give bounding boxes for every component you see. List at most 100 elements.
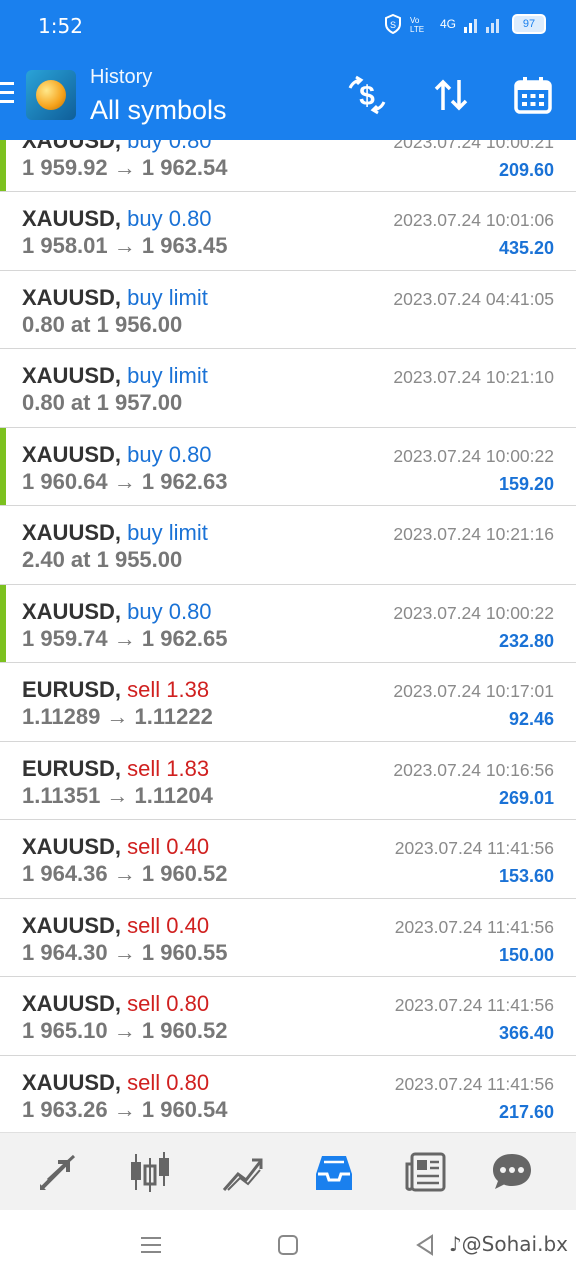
chart-candles-icon[interactable] <box>128 1150 172 1194</box>
deal-symbol: XAUUSD, <box>22 834 122 859</box>
deal-side: sell 0.80 <box>127 991 210 1016</box>
deal-side: sell 0.40 <box>127 912 210 938</box>
deal-side: buy limit <box>127 363 208 388</box>
deal-indicator-bar <box>0 140 6 191</box>
chat-icon[interactable] <box>490 1150 534 1194</box>
trend-icon[interactable] <box>220 1150 264 1194</box>
deal-symbol: XAUUSD, <box>22 991 122 1016</box>
network-label: 4G <box>439 17 456 31</box>
deal-row[interactable]: XAUUSD, buy 0.80 1 959.74 → 1 962.65 2023.… <box>0 584 576 663</box>
sort-icon[interactable] <box>430 74 472 116</box>
back-icon[interactable] <box>414 1234 436 1256</box>
deal-prices: 1 963.26 → 1 960.54 <box>22 1096 228 1122</box>
deal-date: 2023.07.24 10:01:06 <box>393 210 554 230</box>
deal-side: sell 1.83 <box>127 755 210 781</box>
deal-row[interactable]: XAUUSD, buy 0.80 1 960.64 → 1 962.63 2023.… <box>0 427 576 506</box>
battery-icon: 97 <box>512 14 546 34</box>
deal-prices: 1 959.74 → 1 962.65 <box>22 625 228 651</box>
deal-row[interactable]: EURUSD, sell 1.38 1.11289 → 1.11222 2023.0… <box>0 663 576 742</box>
deal-indicator-bar <box>0 584 6 662</box>
deal-title: XAUUSD, buy 0.80 <box>22 599 212 625</box>
deal-prices: 1 960.64 → 1 962.63 <box>22 468 228 494</box>
deal-side: sell 1.38 <box>127 677 210 702</box>
trade-icon[interactable] <box>36 1150 80 1194</box>
deal-profit: 159.20 <box>498 473 554 494</box>
page-title[interactable]: All symbols <box>90 95 227 126</box>
deal-symbol: XAUUSD, <box>22 140 122 153</box>
deal-row[interactable]: XAUUSD, buy limit 0.80 at 1 957.00 2023.07… <box>0 349 576 428</box>
deal-symbol: XAUUSD, <box>22 520 122 545</box>
deal-prices: 0.80 at 1 957.00 <box>22 390 183 415</box>
deal-title: XAUUSD, buy limit <box>22 520 208 546</box>
deal-title: XAUUSD, buy 0.80 <box>22 442 212 468</box>
deal-profit: 435.20 <box>498 238 554 258</box>
deal-symbol: XAUUSD, <box>22 284 122 310</box>
deal-row[interactable]: XAUUSD, sell 0.80 1 963.26 → 1 960.54 2023… <box>0 1056 576 1133</box>
svg-text:LTE: LTE <box>410 25 424 33</box>
deal-symbol: XAUUSD, <box>22 598 122 624</box>
deal-title: XAUUSD, sell 0.40 <box>22 834 209 860</box>
history-list[interactable]: XAUUSD, buy 0.80 1 959.92 → 1 962.54 2023.… <box>0 140 576 1132</box>
deal-row[interactable]: EURUSD, sell 1.83 1.11351 → 1.11204 2023.0… <box>0 742 576 820</box>
deal-side: buy 0.80 <box>127 140 212 153</box>
signal-icon <box>464 19 499 33</box>
deal-prices: 1 964.36 → 1 960.52 <box>22 861 228 886</box>
deal-prices: 0.80 at 1 956.00 <box>22 311 183 337</box>
deal-side: buy 0.80 <box>127 206 212 231</box>
deal-row[interactable]: XAUUSD, buy 0.80 1 959.92 → 1 962.54 2023.… <box>0 140 576 192</box>
deal-row[interactable]: XAUUSD, buy limit 2.40 at 1 955.00 2023.07… <box>0 506 576 585</box>
deal-date: 2023.07.24 10:16:56 <box>393 759 554 780</box>
deal-side: buy 0.80 <box>127 441 212 467</box>
deal-title: EURUSD, sell 1.38 <box>22 677 209 703</box>
deal-row[interactable]: XAUUSD, buy 0.80 1 958.01 → 1 963.45 2023.… <box>0 192 576 271</box>
deal-title: XAUUSD, sell 0.40 <box>22 913 209 939</box>
deal-date: 2023.07.24 11:41:56 <box>394 995 554 1015</box>
system-nav-bar: ♪@Sohai.bx <box>0 1210 576 1280</box>
home-icon[interactable] <box>277 1234 299 1256</box>
deal-side: sell 0.40 <box>127 834 210 859</box>
deal-symbol: XAUUSD, <box>22 441 122 467</box>
deal-title: XAUUSD, buy limit <box>22 285 208 311</box>
deal-title: EURUSD, sell 1.83 <box>22 756 209 782</box>
news-icon[interactable] <box>404 1150 448 1194</box>
watermark: ♪@Sohai.bx <box>448 1232 568 1256</box>
history-inbox-icon[interactable] <box>312 1150 356 1194</box>
deal-row[interactable]: XAUUSD, sell 0.40 1 964.36 → 1 960.52 2023… <box>0 820 576 899</box>
deal-side: buy limit <box>127 520 208 545</box>
deal-side: buy 0.80 <box>127 598 212 624</box>
deal-profit: 153.60 <box>498 866 554 886</box>
deal-row[interactable]: XAUUSD, buy limit 0.80 at 1 956.00 2023.07… <box>0 271 576 349</box>
deal-profit: 366.40 <box>498 1023 554 1043</box>
menu-icon[interactable] <box>0 82 14 106</box>
deal-profit: 209.60 <box>498 160 554 180</box>
deal-symbol: XAUUSD, <box>22 1069 122 1095</box>
deal-prices: 1 958.01 → 1 963.45 <box>22 233 228 258</box>
deal-date: 2023.07.24 11:41:56 <box>394 916 554 937</box>
deal-date: 2023.07.24 11:41:56 <box>394 838 554 858</box>
deal-symbol: XAUUSD, <box>22 912 122 938</box>
deal-date: 2023.07.24 10:21:16 <box>393 524 554 544</box>
currency-exchange-icon[interactable]: $ <box>346 74 388 116</box>
svg-text:Vo: Vo <box>410 16 420 25</box>
deal-symbol: XAUUSD, <box>22 206 122 231</box>
deal-date: 2023.07.24 10:21:10 <box>393 367 554 387</box>
calendar-icon[interactable] <box>512 74 554 116</box>
recents-icon[interactable] <box>140 1234 162 1256</box>
app-logo <box>26 70 76 120</box>
deal-title: XAUUSD, buy limit <box>22 363 208 389</box>
app-bar: History All symbols $ <box>0 52 576 140</box>
deal-prices: 2.40 at 1 955.00 <box>22 547 183 572</box>
deal-title: XAUUSD, sell 0.80 <box>22 1070 209 1096</box>
deal-profit: 232.80 <box>498 630 554 651</box>
volte-icon: VoLTE <box>410 16 424 33</box>
status-bar: 1:52 S Vo LTE 4G 97 <box>0 0 576 52</box>
deal-profit: 150.00 <box>498 944 554 965</box>
status-icons: S Vo LTE 4G 97 <box>384 14 546 34</box>
deal-prices: 1 965.10 → 1 960.52 <box>22 1018 228 1043</box>
svg-text:S: S <box>390 20 396 30</box>
deal-row[interactable]: XAUUSD, sell 0.80 1 965.10 → 1 960.52 2023… <box>0 977 576 1056</box>
deal-title: XAUUSD, buy 0.80 <box>22 140 212 154</box>
deal-row[interactable]: XAUUSD, sell 0.40 1 964.30 → 1 960.55 2023… <box>0 899 576 977</box>
bottom-nav <box>0 1132 576 1211</box>
deal-symbol: EURUSD, <box>22 755 122 781</box>
